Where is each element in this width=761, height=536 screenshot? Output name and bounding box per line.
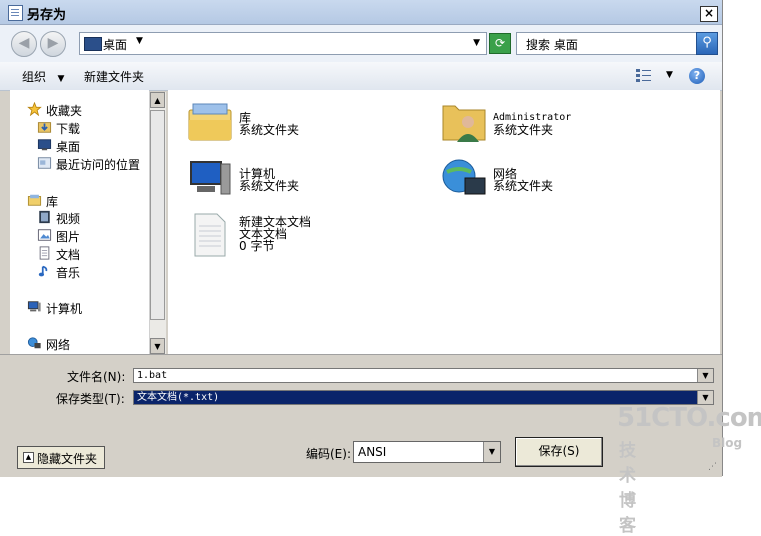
close-button[interactable]: × — [700, 6, 718, 22]
address-dropdown-icon[interactable]: ▼ — [473, 38, 480, 48]
command-bar: 组织 ▼ 新建文件夹 ▼ ? — [0, 62, 722, 91]
breadcrumb-arrow-icon[interactable]: ▼ — [136, 36, 143, 46]
hide-folders-button[interactable]: ▲ 隐藏文件夹 — [17, 446, 105, 469]
desktop-icon — [84, 37, 102, 51]
view-options-icon[interactable] — [636, 69, 652, 83]
dialog-title: 另存为 — [27, 8, 67, 23]
file-item-administrator[interactable]: Administrator 系统文件夹 — [441, 98, 661, 146]
pictures-icon — [37, 229, 52, 241]
downloads-folder-icon — [37, 122, 52, 133]
computer-icon — [190, 161, 231, 195]
network-icon — [442, 159, 486, 195]
filename-input[interactable]: 1.bat ▼ — [133, 368, 714, 383]
file-item-new-text-document[interactable]: 新建文本文档 文本文档 0 字节 — [187, 212, 387, 264]
library-icon — [27, 194, 42, 206]
file-item-computer[interactable]: 计算机 系统文件夹 — [187, 156, 387, 204]
resize-grip-icon[interactable]: ⋰ — [708, 462, 720, 474]
library-icon — [188, 103, 232, 141]
encoding-label: 编码(E): — [306, 447, 351, 461]
nav-scrollbar[interactable]: ▲ ▼ — [149, 92, 166, 354]
desktop-icon — [37, 139, 52, 151]
text-document-icon — [194, 213, 226, 257]
breadcrumb-desktop[interactable]: 桌面 — [103, 36, 127, 53]
scroll-thumb[interactable] — [150, 110, 165, 320]
search-placeholder: 搜索 桌面 — [526, 38, 578, 52]
refresh-button[interactable]: ⟳ — [489, 33, 511, 54]
scroll-down-button[interactable]: ▼ — [150, 338, 165, 354]
file-item-library[interactable]: 库 系统文件夹 — [187, 98, 387, 146]
notepad-icon — [8, 5, 23, 21]
address-bar[interactable]: 桌面 ▼ ▼ — [79, 32, 487, 55]
forward-button[interactable]: ▶ — [40, 31, 66, 57]
title-bar: 另存为 × — [0, 0, 722, 25]
star-icon — [27, 102, 42, 116]
file-item-network[interactable]: 网络 系统文件夹 — [441, 156, 661, 204]
help-icon[interactable]: ? — [689, 68, 705, 84]
filename-label: 文件名(N): — [67, 370, 126, 384]
search-input[interactable]: 搜索 桌面 — [516, 32, 698, 55]
save-options-panel: 文件名(N): 1.bat ▼ 保存类型(T): 文本文档(*.txt) ▼ ▲… — [0, 354, 722, 477]
video-icon — [39, 210, 50, 224]
collapse-arrow-icon: ▲ — [23, 452, 34, 463]
file-list: 库 系统文件夹 Administrator 系统文件夹 计算机 系统文件夹 网络… — [168, 90, 720, 354]
view-dropdown-icon[interactable]: ▼ — [666, 70, 673, 80]
save-button[interactable]: 保存(S) — [515, 437, 603, 467]
document-icon — [39, 246, 50, 260]
search-button[interactable]: ⚲ — [696, 32, 718, 55]
navigation-pane: 收藏夹 下载 桌面 最近访问的位置 库 视频 图片 文档 音乐 计算机 网络 — [10, 90, 149, 354]
encoding-select[interactable]: ANSI ▼ — [353, 441, 501, 463]
music-icon — [38, 265, 48, 277]
save-as-dialog: 另存为 × ◀ ▶ 桌面 ▼ ▼ ⟳ 搜索 桌面 ⚲ 组织 ▼ 新建文件夹 ▼ … — [0, 0, 723, 477]
computer-icon — [27, 301, 41, 312]
filename-dropdown-icon[interactable]: ▼ — [697, 369, 713, 382]
filetype-label: 保存类型(T): — [56, 392, 125, 406]
network-icon — [27, 337, 41, 349]
organize-dropdown-icon: ▼ — [57, 74, 65, 84]
back-button[interactable]: ◀ — [11, 31, 37, 57]
user-folder-icon — [442, 105, 486, 142]
organize-menu[interactable]: 组织 ▼ — [22, 68, 64, 85]
scroll-up-button[interactable]: ▲ — [150, 92, 165, 108]
new-folder-button[interactable]: 新建文件夹 — [84, 68, 144, 85]
address-row: ◀ ▶ 桌面 ▼ ▼ ⟳ 搜索 桌面 ⚲ — [0, 25, 722, 62]
recent-places-icon — [37, 157, 52, 169]
encoding-dropdown-icon[interactable]: ▼ — [483, 442, 500, 462]
